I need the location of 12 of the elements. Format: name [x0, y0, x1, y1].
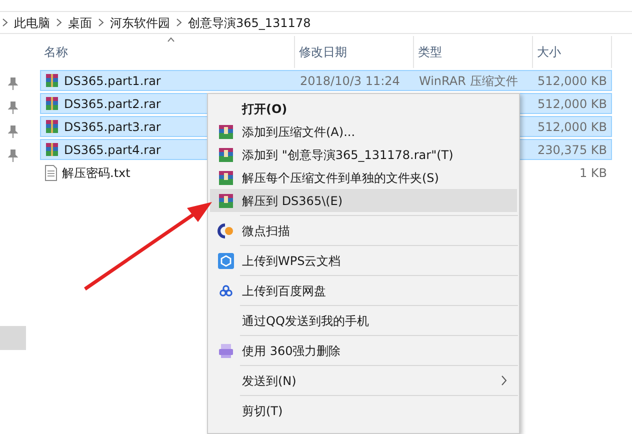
file-size: 512,000 KB [537, 96, 607, 110]
file-size: 512,000 KB [537, 120, 607, 134]
file-name: 解压密码.txt [62, 164, 130, 182]
file-name: DS365.part4.rar [64, 142, 161, 158]
file-size: 1 KB [579, 166, 607, 180]
file-name: DS365.part3.rar [64, 118, 161, 136]
file-name: DS365.part2.rar [64, 96, 161, 112]
file-type: WinRAR 压缩文件 [419, 74, 518, 88]
file-name: DS365.part1.rar [64, 72, 161, 90]
modified-date: 2018/10/3 11:24 [300, 74, 400, 88]
file-size: 230,375 KB [537, 142, 607, 156]
file-size: 512,000 KB [537, 74, 607, 88]
